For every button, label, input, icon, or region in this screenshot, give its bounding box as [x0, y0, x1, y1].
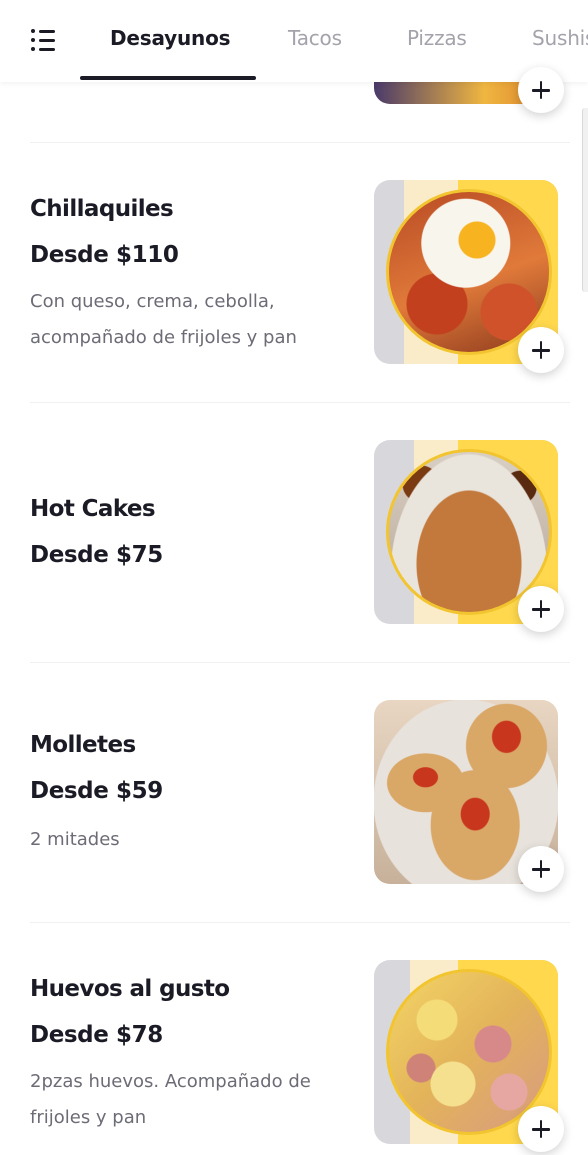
- list-item[interactable]: Huevos al gusto Desde $78 2pzas huevos. …: [0, 960, 588, 1155]
- tab-tacos[interactable]: Tacos: [288, 26, 342, 50]
- divider: [30, 662, 570, 663]
- divider: [30, 142, 570, 143]
- add-item-button[interactable]: [518, 67, 564, 113]
- add-item-button[interactable]: [518, 327, 564, 373]
- add-item-button[interactable]: [518, 1106, 564, 1152]
- list-item[interactable]: Molletes Desde $59 2 mitades: [0, 700, 588, 920]
- item-price: Desde $59: [30, 778, 163, 804]
- item-price: Desde $78: [30, 1022, 163, 1048]
- active-tab-indicator: [80, 76, 256, 80]
- list-item[interactable]: Chillaquiles Desde $110 Con queso, crema…: [0, 180, 588, 400]
- list-item[interactable]: Hot Cakes Desde $75: [0, 440, 588, 660]
- tab-pizzas[interactable]: Pizzas: [407, 26, 467, 50]
- add-item-button[interactable]: [518, 846, 564, 892]
- category-tabs: Desayunos Tacos Pizzas Sushis: [80, 0, 588, 82]
- scrollbar[interactable]: [582, 108, 588, 292]
- item-description: 2 mitades: [30, 829, 120, 850]
- item-name: Molletes: [30, 732, 136, 758]
- tab-desayunos[interactable]: Desayunos: [110, 26, 231, 50]
- item-name: Chillaquiles: [30, 196, 174, 222]
- top-navigation: Desayunos Tacos Pizzas Sushis: [0, 0, 588, 82]
- item-price: Desde $110: [30, 242, 179, 268]
- item-description: 2pzas huevos. Acompañado de frijoles y p…: [30, 1071, 311, 1128]
- item-price: Desde $75: [30, 542, 163, 568]
- add-item-button[interactable]: [518, 586, 564, 632]
- item-name: Huevos al gusto: [30, 976, 230, 1002]
- tab-sushis[interactable]: Sushis: [532, 26, 588, 50]
- divider: [30, 922, 570, 923]
- item-name: Hot Cakes: [30, 496, 156, 522]
- divider: [30, 402, 570, 403]
- list-icon[interactable]: [31, 27, 57, 53]
- item-description: Con queso, crema, cebolla, acompañado de…: [30, 291, 297, 348]
